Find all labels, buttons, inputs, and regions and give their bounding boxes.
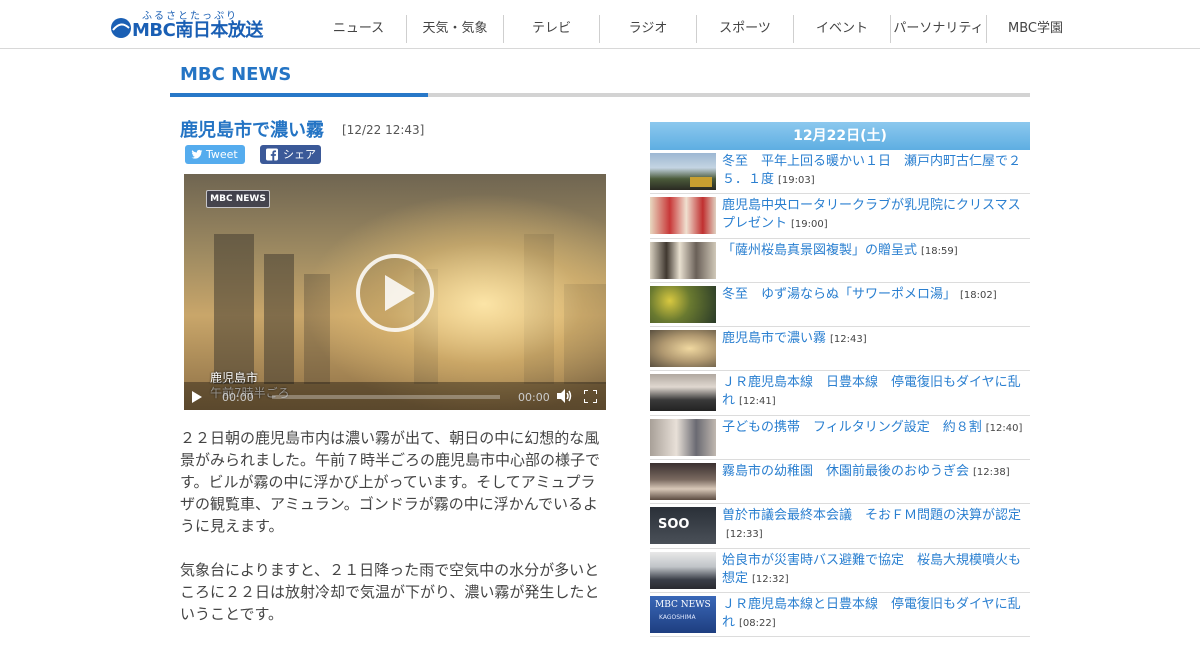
news-time: [12:41]	[739, 396, 776, 408]
news-title[interactable]: 「薩州桜島真景図複製」の贈呈式	[722, 243, 917, 258]
news-title[interactable]: 冬至 ゆず湯ならぬ「サワーポメロ湯」	[722, 287, 956, 302]
news-time: [18:59]	[921, 245, 958, 257]
thumb-score-box	[690, 177, 712, 187]
news-list-item[interactable]: 鹿児島市で濃い霧 [12:43]	[650, 327, 1030, 372]
news-time: [12:40]	[985, 422, 1023, 434]
news-thumbnail[interactable]	[650, 551, 716, 589]
tweet-label: Tweet	[206, 148, 238, 161]
news-list-item[interactable]: 「薩州桜島真景図複製」の贈呈式 [18:59]	[650, 239, 1030, 283]
article-paragraph: 気象台によりますと、２１日降った雨で空気中の水分が多いところに２２日は放射冷却で…	[180, 561, 600, 623]
nav-item-events[interactable]: イベント	[794, 15, 891, 43]
news-list-item[interactable]: 冬至 ゆず湯ならぬ「サワーポメロ湯」 [18:02]	[650, 283, 1030, 328]
nav-item-academy[interactable]: MBC学園	[987, 15, 1084, 43]
article-body: ２２日朝の鹿児島市内は濃い霧が出て、朝日の中に幻想的な風景がみられました。午前７…	[180, 427, 602, 647]
mbc-news-watermark: MBC NEWS	[206, 190, 270, 208]
news-list-item[interactable]: ＪＲ鹿児島本線 日豊本線 停電復旧もダイヤに乱れ [12:41]	[650, 371, 1030, 416]
section-title-underline	[170, 93, 1030, 97]
news-list-item[interactable]: SOO 曽於市議会最終本会議 そおＦＭ問題の決算が認定 [12:33]	[650, 504, 1030, 549]
news-thumbnail[interactable]: SOO	[650, 507, 716, 545]
volume-icon[interactable]	[557, 389, 573, 403]
news-list-item[interactable]: 冬至 平年上回る暖かい１日 瀬戸内町古仁屋で２５．１度 [19:03]	[650, 150, 1030, 195]
news-time: [18:02]	[960, 289, 997, 301]
news-title[interactable]: 冬至 平年上回る暖かい１日 瀬戸内町古仁屋で２５．１度	[722, 154, 1021, 187]
nav-item-news[interactable]: ニュース	[311, 15, 407, 43]
site-logo[interactable]: ふるさとたっぷり MBC南日本放送	[110, 8, 263, 41]
news-time: [12:43]	[830, 334, 867, 346]
nav-item-sports[interactable]: スポーツ	[697, 15, 794, 43]
twitter-bird-icon	[191, 149, 203, 159]
video-control-bar: 00:00 00:00	[184, 382, 606, 410]
news-thumbnail[interactable]	[650, 241, 716, 279]
news-time: [19:00]	[791, 219, 828, 231]
news-thumbnail[interactable]	[650, 197, 716, 235]
logo-mark-icon	[111, 18, 131, 38]
news-title[interactable]: 霧島市の幼稚園 休園前最後のおゆうぎ会	[722, 464, 969, 479]
news-thumbnail[interactable]	[650, 463, 716, 501]
news-title[interactable]: 曽於市議会最終本会議 そおＦＭ問題の決算が認定	[722, 508, 1021, 523]
news-title[interactable]: 鹿児島中央ロータリークラブが乳児院にクリスマスプレゼント	[722, 198, 1021, 231]
news-thumbnail[interactable]	[650, 285, 716, 323]
site-header: ふるさとたっぷり MBC南日本放送 ニュース 天気・気象 テレビ ラジオ スポー…	[0, 0, 1200, 49]
news-thumbnail[interactable]	[650, 153, 716, 190]
article-timestamp: [12/22 12:43]	[342, 123, 425, 137]
news-list-item[interactable]: 鹿児島中央ロータリークラブが乳児院にクリスマスプレゼント [19:00]	[650, 194, 1030, 239]
share-label: シェア	[283, 148, 316, 161]
video-current-time: 00:00	[222, 391, 254, 404]
news-list-item[interactable]: 霧島市の幼稚園 休園前最後のおゆうぎ会 [12:38]	[650, 460, 1030, 505]
thumb-caption: KAGOSHIMA	[659, 613, 696, 621]
tweet-button[interactable]: Tweet	[185, 145, 245, 164]
article-paragraph: ２２日朝の鹿児島市内は濃い霧が出て、朝日の中に幻想的な風景がみられました。午前７…	[180, 429, 601, 535]
video-player[interactable]: MBC NEWS 鹿児島市 午前7時半ごろ 00:00 00:00	[184, 174, 606, 410]
play-overlay-icon[interactable]	[355, 253, 435, 333]
news-thumbnail[interactable]	[650, 330, 716, 368]
news-time: [08:22]	[739, 617, 776, 629]
news-time: [19:03]	[778, 175, 815, 186]
section-title: MBC NEWS	[180, 64, 292, 85]
news-list-item[interactable]: 子どもの携帯 フィルタリング設定 約８割 [12:40]	[650, 416, 1030, 461]
video-progress-bar[interactable]	[272, 395, 500, 399]
news-thumbnail[interactable]	[650, 374, 716, 412]
sidebar-news-list: 冬至 平年上回る暖かい１日 瀬戸内町古仁屋で２５．１度 [19:03] 鹿児島中央…	[650, 150, 1030, 638]
news-time: [12:38]	[973, 467, 1010, 479]
play-icon[interactable]	[191, 391, 203, 403]
video-duration: 00:00	[518, 391, 550, 404]
news-list-item[interactable]: MBC NEWS KAGOSHIMA ＪＲ鹿児島本線と日豊本線 停電復旧もダイヤ…	[650, 593, 1030, 638]
nav-item-personality[interactable]: パーソナリティ	[891, 15, 987, 43]
main-nav: ニュース 天気・気象 テレビ ラジオ スポーツ イベント パーソナリティ MBC…	[311, 15, 1084, 43]
section-title-underline-accent	[170, 93, 428, 97]
news-time: [12:32]	[752, 573, 789, 585]
sidebar-date-header: 12月22日(土)	[650, 122, 1030, 150]
facebook-icon	[266, 148, 278, 161]
facebook-share-button[interactable]: シェア	[260, 145, 321, 164]
news-title[interactable]: 子どもの携帯 フィルタリング設定 約８割	[722, 420, 982, 435]
logo-wordmark: MBC南日本放送	[132, 20, 263, 41]
news-thumbnail[interactable]: MBC NEWS KAGOSHIMA	[650, 595, 716, 633]
news-thumbnail[interactable]	[650, 418, 716, 456]
article-title: 鹿児島市で濃い霧	[180, 120, 324, 141]
news-title[interactable]: 鹿児島市で濃い霧	[722, 331, 826, 346]
thumb-caption: SOO	[658, 517, 690, 533]
nav-item-radio[interactable]: ラジオ	[600, 15, 697, 43]
fullscreen-icon[interactable]	[584, 390, 597, 403]
nav-item-tv[interactable]: テレビ	[504, 15, 600, 43]
nav-item-weather[interactable]: 天気・気象	[407, 15, 504, 43]
news-list-item[interactable]: 姶良市が災害時バス避難で協定 桜島大規模噴火も想定 [12:32]	[650, 549, 1030, 593]
news-time: [12:33]	[726, 529, 763, 541]
thumb-caption: MBC NEWS	[655, 599, 711, 610]
